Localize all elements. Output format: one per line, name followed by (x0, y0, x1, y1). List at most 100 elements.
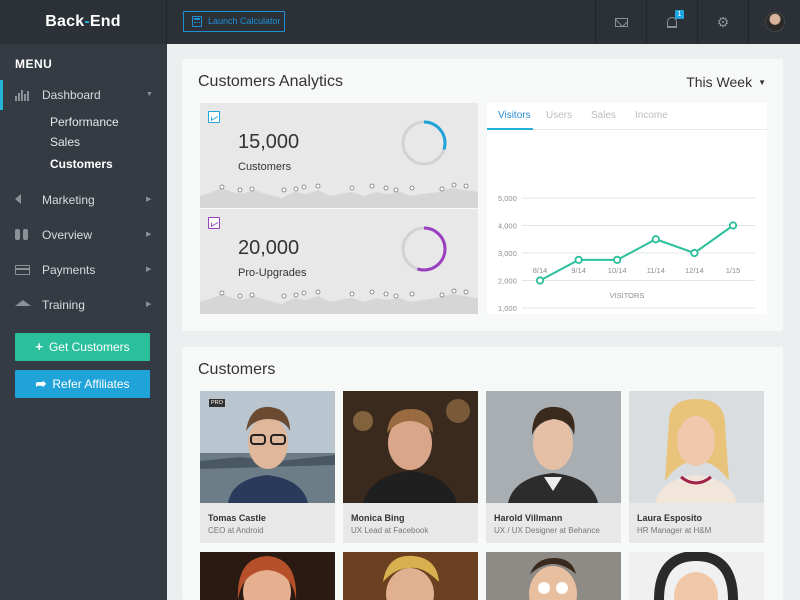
tab-visitors[interactable]: Visitors (498, 110, 531, 121)
sidebar-sub-performance[interactable]: Performance (50, 115, 119, 129)
data-point (690, 248, 699, 258)
sidebar-sub-customers[interactable]: Customers (50, 157, 113, 171)
sparkline (200, 182, 478, 208)
sparkline-point (463, 183, 469, 189)
customer-photo[interactable] (629, 552, 764, 600)
tab-sales[interactable]: Sales (591, 110, 616, 121)
customer-photo[interactable] (200, 552, 335, 600)
sidebar-item-overview[interactable]: Overview ▶ (0, 220, 167, 250)
visitors-chart-panel: Visitors Users Sales Income 5,000 4,000 3,… (487, 103, 767, 314)
user-menu-button[interactable] (748, 0, 800, 44)
period-dropdown[interactable]: This Week ▼ (686, 74, 766, 90)
x-tick-label: 8/14 (533, 266, 548, 275)
tab-income[interactable]: Income (635, 110, 668, 121)
customer-role: CEO at Android (208, 526, 264, 535)
pro-upgrades-stat-card: 20,000 Pro-Upgrades (200, 209, 478, 314)
bar-chart-icon (15, 89, 30, 101)
sparkline-point (409, 291, 415, 297)
stat-value: 20,000 (238, 237, 300, 259)
graduation-cap-icon (15, 300, 31, 306)
sidebar-item-dashboard[interactable]: Dashboard ▼ (0, 80, 167, 110)
share-arrow-icon: ➦ (35, 376, 47, 391)
data-point (613, 255, 622, 264)
customer-card[interactable]: Laura Esposito HR Manager at H&M (629, 391, 764, 543)
envelope-icon (614, 17, 628, 27)
x-tick-label: 10/14 (608, 266, 627, 275)
sparkline-point (315, 289, 321, 295)
customer-card[interactable]: Monica Bing UX Lead at Facebook (343, 391, 478, 543)
sparkline-point (219, 184, 225, 190)
customer-photo (343, 391, 478, 503)
menu-title: MENU (15, 57, 53, 71)
y-tick-label: 3,000 (498, 249, 517, 258)
customers-title: Customers (198, 361, 276, 378)
sidebar-item-marketing[interactable]: Marketing ▶ (0, 185, 167, 215)
customer-caption: Harold Villmann UX / UX Designer at Beha… (486, 503, 621, 543)
customer-name: Monica Bing (351, 513, 405, 523)
sparkline-point (409, 185, 415, 191)
customer-photo: PRO (200, 391, 335, 503)
sidebar-item-training[interactable]: Training ▶ (0, 290, 167, 320)
x-tick-label: 9/14 (571, 266, 586, 275)
customer-caption: Tomas Castle CEO at Android (200, 503, 335, 543)
notifications-button[interactable]: 1 (646, 0, 697, 44)
settings-button[interactable]: ⚙ (697, 0, 748, 44)
sparkline-point (383, 291, 389, 297)
brand-logo[interactable]: Back-End (0, 0, 167, 44)
customer-role: HR Manager at H&M (637, 526, 712, 535)
sparkline-point (281, 187, 287, 193)
customers-analytics-panel: Customers Analytics This Week ▼ 15,000 Cu… (182, 59, 783, 331)
sparkline-point (249, 186, 255, 192)
progress-ring (401, 120, 447, 166)
gear-icon: ⚙ (716, 14, 730, 30)
data-point (728, 221, 738, 230)
sparkline-point (451, 288, 457, 294)
sparkline-point (349, 291, 355, 297)
binoculars-icon (15, 229, 30, 241)
customers-panel: Customers PRO Tomas Castle CEO at Androi… (182, 347, 783, 600)
y-tick-label: 1,000 (498, 304, 517, 313)
sparkline-point (301, 290, 307, 296)
visitors-line-chart: 5,000 4,000 3,000 2,000 1,000 8/14 9/14 10/14 11… (498, 194, 755, 313)
messages-button[interactable] (595, 0, 646, 44)
customer-card[interactable]: Harold Villmann UX / UX Designer at Beha… (486, 391, 621, 543)
sparkline-point (281, 293, 287, 299)
refer-affiliates-button[interactable]: ➦ Refer Affiliates (15, 370, 150, 398)
x-tick-label: 12/14 (685, 266, 704, 275)
sparkline-point (393, 293, 399, 299)
analytics-title: Customers Analytics (198, 73, 343, 90)
customer-photo (486, 391, 621, 503)
customer-role: UX Lead at Facebook (351, 526, 429, 535)
chevron-right-icon: ▶ (146, 196, 152, 203)
stat-label: Pro-Upgrades (238, 267, 307, 279)
chevron-right-icon: ▶ (146, 301, 152, 308)
sidebar-sub-sales[interactable]: Sales (50, 135, 80, 149)
sparkline-point (237, 293, 243, 299)
stat-value: 15,000 (238, 131, 300, 153)
caret-down-icon: ▼ (758, 78, 766, 87)
customer-photo[interactable] (343, 552, 478, 600)
sidebar-item-payments[interactable]: Payments ▶ (0, 255, 167, 285)
get-customers-button[interactable]: + Get Customers (15, 333, 150, 361)
customer-card[interactable]: PRO Tomas Castle CEO at Android (200, 391, 335, 543)
trend-chart-icon (208, 217, 220, 229)
plus-icon: + (35, 339, 43, 354)
customer-name: Harold Villmann (494, 513, 563, 523)
x-tick-label: 1/15 (726, 266, 741, 275)
sparkline-point (451, 182, 457, 188)
y-tick-label: 2,000 (498, 277, 517, 286)
sparkline-point (439, 186, 445, 192)
tab-users[interactable]: Users (546, 110, 572, 121)
sparkline-point (237, 187, 243, 193)
chevron-right-icon: ▶ (146, 231, 152, 238)
sparkline-point (369, 183, 375, 189)
calculator-icon (192, 16, 202, 27)
customer-photo[interactable] (486, 552, 621, 600)
data-point (535, 276, 545, 285)
pro-badge: PRO (209, 399, 225, 407)
sparkline-point (463, 289, 469, 295)
megaphone-icon (15, 194, 21, 204)
sparkline-point (439, 292, 445, 298)
launch-calculator-button[interactable]: Launch Calculator (183, 11, 285, 32)
sparkline-point (349, 185, 355, 191)
